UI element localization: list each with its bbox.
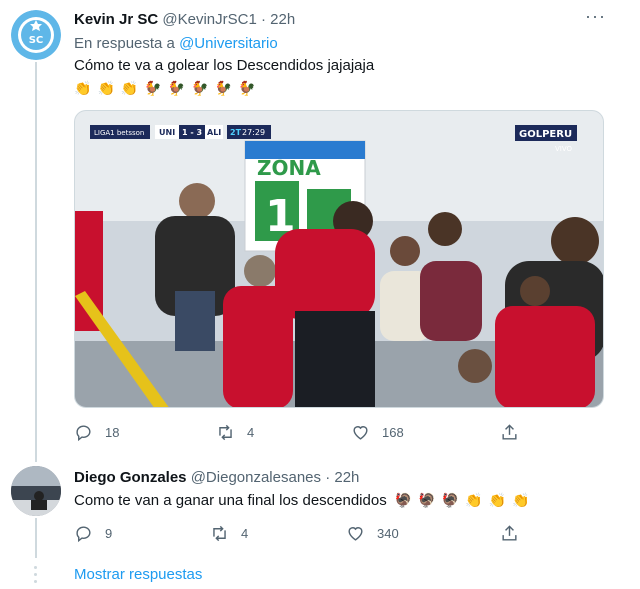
emoji-5: 🐓 bbox=[191, 80, 209, 96]
emoji-4: 🐓 bbox=[167, 80, 186, 96]
emoji-5: 👏 bbox=[512, 492, 530, 508]
emoji-row: 👏 👏 👏 🐓 🐓 🐓 🐓 🐓 bbox=[74, 78, 262, 99]
emoji-4: 👏 bbox=[488, 492, 507, 508]
separator: · bbox=[260, 11, 266, 28]
more-options-icon[interactable]: ··· bbox=[585, 6, 606, 27]
tweet-text-line: Como te van a ganar una final los descen… bbox=[74, 490, 536, 511]
reply-icon bbox=[76, 425, 91, 442]
broadcaster-logo: GOLPERU bbox=[519, 129, 572, 140]
emoji-2: 🦃 bbox=[441, 492, 460, 508]
tweet-actions: 18 4 168 bbox=[74, 423, 524, 445]
team-away: ALI bbox=[207, 128, 221, 137]
thread-line bbox=[35, 518, 37, 558]
emoji-0: 👏 bbox=[74, 80, 92, 96]
reply-count: 18 bbox=[105, 425, 120, 440]
emoji-1: 🦃 bbox=[418, 492, 436, 508]
display-name[interactable]: Kevin Jr SC bbox=[74, 11, 158, 28]
emoji-7: 🐓 bbox=[238, 80, 256, 96]
thread-continuation-dots bbox=[34, 566, 37, 587]
team-home: UNI bbox=[159, 128, 175, 137]
emoji-row: 🦃 🦃 🦃 👏 👏 👏 bbox=[395, 492, 536, 509]
emoji-2: 👏 bbox=[120, 80, 139, 96]
zona-sign-text: ZONA bbox=[257, 156, 321, 180]
retweet-count: 4 bbox=[241, 526, 249, 541]
period: 2T bbox=[230, 128, 242, 137]
tweet-text: Como te van a ganar una final los descen… bbox=[74, 492, 387, 509]
tweet-media-photo[interactable]: ZONA 1 LIGA1 betsson UNI 1 - 3 ALI 2T 27… bbox=[74, 110, 604, 408]
show-replies-link[interactable]: Mostrar respuestas bbox=[74, 566, 202, 583]
thread-line bbox=[35, 62, 37, 462]
tweet-text: Cómo te va a golear los Descendidos jaja… bbox=[74, 57, 375, 74]
league-tag: LIGA1 betsson bbox=[94, 129, 144, 137]
share-button[interactable] bbox=[500, 423, 531, 442]
tweet-actions: 9 4 340 bbox=[74, 524, 524, 546]
tweet-header: Diego Gonzales @Diegonzalesanes · 22h bbox=[74, 469, 359, 486]
reply-icon bbox=[76, 526, 91, 543]
handle[interactable]: @Diegonzalesanes bbox=[191, 469, 321, 486]
reply-button[interactable]: 9 bbox=[74, 524, 112, 543]
tweet-header: Kevin Jr SC @KevinJrSC1 · 22h bbox=[74, 11, 295, 28]
avatar-photo bbox=[11, 466, 61, 516]
heart-icon bbox=[348, 527, 363, 541]
broadcaster-sub: VIVO bbox=[555, 145, 573, 153]
timestamp[interactable]: 22h bbox=[270, 11, 295, 28]
like-count: 168 bbox=[382, 425, 404, 440]
football-stands-photo: ZONA 1 LIGA1 betsson UNI 1 - 3 ALI 2T 27… bbox=[75, 111, 603, 407]
heart-icon bbox=[353, 426, 368, 440]
avatar[interactable] bbox=[11, 466, 61, 516]
reply-context: En respuesta a @Universitario bbox=[74, 34, 278, 54]
like-count: 340 bbox=[377, 526, 399, 541]
retweet-icon bbox=[219, 424, 232, 441]
separator: · bbox=[325, 469, 331, 486]
match-clock: 27:29 bbox=[242, 128, 265, 137]
timestamp[interactable]: 22h bbox=[334, 469, 359, 486]
sporting-cristal-crest-icon: SC bbox=[11, 10, 61, 60]
like-button[interactable]: 168 bbox=[351, 423, 404, 442]
score: 1 - 3 bbox=[182, 128, 202, 137]
like-button[interactable]: 340 bbox=[346, 524, 399, 543]
avatar[interactable]: SC bbox=[11, 10, 61, 60]
reply-to-link[interactable]: @Universitario bbox=[179, 35, 278, 52]
retweet-count: 4 bbox=[247, 425, 255, 440]
emoji-1: 👏 bbox=[97, 80, 115, 96]
reply-prefix: En respuesta a bbox=[74, 35, 175, 52]
share-icon bbox=[502, 424, 517, 440]
reply-button[interactable]: 18 bbox=[74, 423, 119, 442]
retweet-button[interactable]: 4 bbox=[210, 524, 248, 543]
retweet-button[interactable]: 4 bbox=[216, 423, 254, 442]
emoji-6: 🐓 bbox=[214, 80, 233, 96]
emoji-0: 🦃 bbox=[394, 492, 413, 508]
share-icon bbox=[502, 525, 517, 541]
emoji-3: 🐓 bbox=[144, 80, 162, 96]
svg-text:SC: SC bbox=[29, 35, 44, 46]
retweet-icon bbox=[213, 525, 226, 542]
emoji-3: 👏 bbox=[465, 492, 483, 508]
share-button[interactable] bbox=[500, 524, 531, 543]
handle[interactable]: @KevinJrSC1 bbox=[162, 11, 256, 28]
tweet-kevin[interactable]: SC Kevin Jr SC @KevinJrSC1 · 22h ··· En … bbox=[0, 0, 640, 462]
reply-count: 9 bbox=[105, 526, 113, 541]
display-name[interactable]: Diego Gonzales bbox=[74, 469, 187, 486]
